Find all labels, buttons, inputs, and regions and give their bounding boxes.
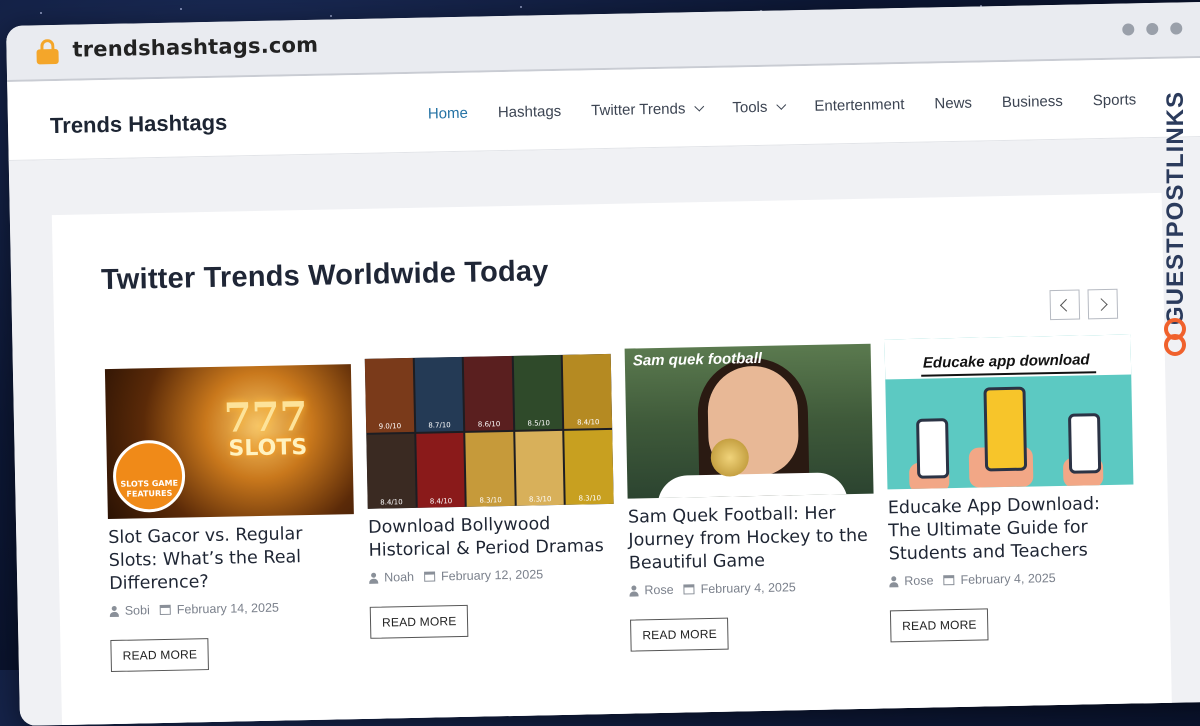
post-thumbnail[interactable]: 9.0/10 8.7/10 8.6/10 8.5/10 8.4/10 8.4/1… xyxy=(364,353,614,509)
calendar-icon xyxy=(683,584,695,595)
prev-button[interactable] xyxy=(1049,289,1081,321)
post-meta: Rose February 4, 2025 xyxy=(889,569,1135,588)
post-card: Educake app download Educake App Downloa… xyxy=(884,334,1136,656)
chain-link-icon xyxy=(1164,318,1186,358)
post-title[interactable]: Educake App Download: The Ultimate Guide… xyxy=(888,492,1135,566)
post-date[interactable]: February 4, 2025 xyxy=(960,571,1055,587)
user-icon xyxy=(629,585,638,596)
user-icon xyxy=(369,572,378,583)
nav-item-business[interactable]: Business xyxy=(1002,93,1063,111)
phone-download-icon xyxy=(983,386,1028,472)
user-icon xyxy=(889,576,898,587)
read-more-button[interactable]: READ MORE xyxy=(889,608,990,643)
post-author[interactable]: Sobi xyxy=(125,603,150,617)
nav-item-tools[interactable]: Tools xyxy=(732,98,786,116)
window-dot-icon xyxy=(1146,22,1159,36)
post-card: 9.0/10 8.7/10 8.6/10 8.5/10 8.4/10 8.4/1… xyxy=(364,353,617,667)
nav-item-hashtags[interactable]: Hashtags xyxy=(498,103,562,121)
post-meta: Rose February 4, 2025 xyxy=(629,579,875,598)
post-thumbnail[interactable]: 777 SLOTS SLOTS GAME FEATURES xyxy=(104,364,354,520)
lock-icon xyxy=(36,39,59,65)
section-title: Twitter Trends Worldwide Today xyxy=(100,255,549,297)
nav-item-twitter-trends[interactable]: Twitter Trends xyxy=(591,100,704,119)
nav-item-home[interactable]: Home xyxy=(428,105,468,123)
post-author[interactable]: Rose xyxy=(644,583,673,598)
post-author[interactable]: Noah xyxy=(384,570,414,585)
post-thumbnail[interactable]: Sam quek football xyxy=(624,343,874,499)
slots-badge: SLOTS GAME FEATURES xyxy=(112,439,186,513)
read-more-button[interactable]: READ MORE xyxy=(369,604,469,639)
post-date[interactable]: February 12, 2025 xyxy=(441,567,543,583)
calendar-icon xyxy=(943,575,955,586)
read-more-button[interactable]: READ MORE xyxy=(110,638,210,673)
post-meta: Noah February 12, 2025 xyxy=(369,566,615,585)
thumbnail-caption: Educake app download xyxy=(922,351,1090,372)
next-button[interactable] xyxy=(1087,288,1119,320)
post-author[interactable]: Rose xyxy=(904,573,933,588)
phone-check-icon xyxy=(1067,413,1102,474)
slider-arrows xyxy=(1049,288,1119,321)
post-title[interactable]: Slot Gacor vs. Regular Slots: What’s the… xyxy=(108,522,355,596)
browser-window: trendshashtags.com Trends Hashtags Home … xyxy=(6,1,1200,726)
post-title[interactable]: Download Bollywood Historical & Period D… xyxy=(368,512,615,563)
guestpostlinks-watermark: GUESTPOSTLINKS xyxy=(1154,58,1198,358)
calendar-icon xyxy=(159,604,171,616)
post-thumbnail[interactable]: Educake app download xyxy=(884,334,1134,490)
user-icon xyxy=(110,605,119,616)
nav-item-entertenment[interactable]: Entertenment xyxy=(814,96,904,115)
main-nav: Home Hashtags Twitter Trends Tools Enter… xyxy=(428,91,1137,122)
post-meta: Sobi February 14, 2025 xyxy=(110,599,356,618)
post-list: 777 SLOTS SLOTS GAME FEATURES Slot Gacor… xyxy=(104,334,1137,673)
post-date[interactable]: February 14, 2025 xyxy=(177,601,279,617)
chevron-down-icon xyxy=(775,100,786,110)
nav-item-sports[interactable]: Sports xyxy=(1093,91,1137,109)
chevron-left-icon xyxy=(1059,298,1073,312)
read-more-button[interactable]: READ MORE xyxy=(630,617,730,652)
window-dot-icon xyxy=(1170,22,1183,35)
window-dot-icon xyxy=(1122,23,1135,36)
url-text[interactable]: trendshashtags.com xyxy=(72,33,318,62)
chevron-down-icon xyxy=(693,101,704,112)
thumbnail-caption: Sam quek football xyxy=(632,349,763,370)
post-title[interactable]: Sam Quek Football: Her Journey from Hock… xyxy=(628,502,875,576)
site-logo[interactable]: Trends Hashtags xyxy=(50,110,228,140)
nav-item-news[interactable]: News xyxy=(934,95,972,113)
calendar-icon xyxy=(423,571,436,582)
phone-icon xyxy=(916,418,950,479)
post-card: Sam quek football Sam Quek Football: Her… xyxy=(624,343,877,662)
post-date[interactable]: February 4, 2025 xyxy=(700,580,795,596)
chevron-right-icon xyxy=(1094,297,1108,311)
trends-card: Twitter Trends Worldwide Today 777 SLOTS… xyxy=(51,192,1173,726)
post-card: 777 SLOTS SLOTS GAME FEATURES Slot Gacor… xyxy=(104,364,357,673)
window-controls xyxy=(1122,22,1183,36)
